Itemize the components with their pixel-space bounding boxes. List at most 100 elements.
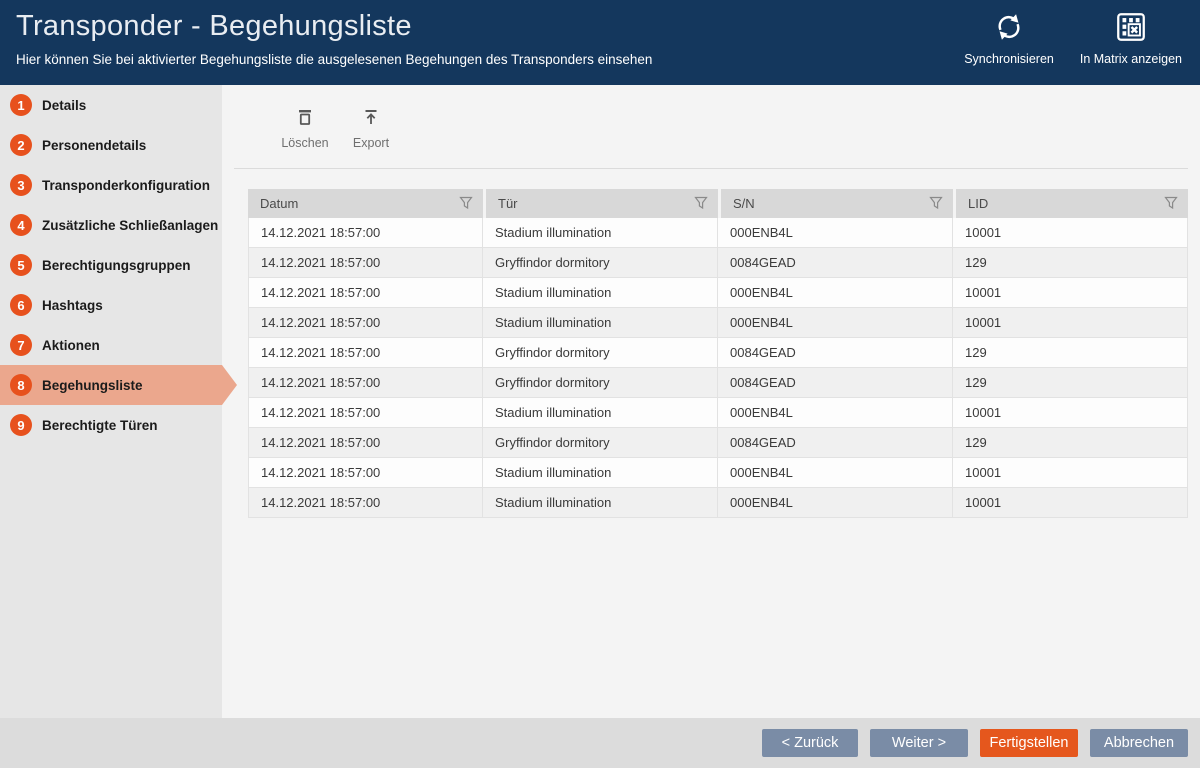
step-number-badge: 6 — [10, 294, 32, 316]
app-window: Transponder - Begehungsliste Hier können… — [0, 0, 1200, 768]
sidebar-item-zus-tzliche-schlie-anlagen[interactable]: 4 Zusätzliche Schließanlagen — [0, 205, 222, 245]
table-cell: Stadium illumination — [483, 218, 718, 248]
show-in-matrix-button[interactable]: In Matrix anzeigen — [1080, 10, 1182, 66]
filter-funnel-icon[interactable] — [694, 196, 708, 213]
export-label: Export — [353, 136, 389, 150]
sidebar-item-begehungsliste[interactable]: 8Begehungsliste — [0, 365, 222, 405]
table-cell: 000ENB4L — [718, 278, 953, 308]
sidebar-item-aktionen[interactable]: 7Aktionen — [0, 325, 222, 365]
toolbar-separator — [234, 168, 1188, 169]
sidebar-item-personendetails[interactable]: 2 Personendetails — [0, 125, 222, 165]
table-cell: 000ENB4L — [718, 398, 953, 428]
sidebar-item-label: Details — [42, 98, 86, 113]
table-cell: 000ENB4L — [718, 308, 953, 338]
table-cell: 14.12.2021 18:57:00 — [248, 398, 483, 428]
table-cell: 14.12.2021 18:57:00 — [248, 428, 483, 458]
sidebar-item-hashtags[interactable]: 6 Hashtags — [0, 285, 222, 325]
table-cell: 14.12.2021 18:57:00 — [248, 218, 483, 248]
sidebar-item-label: Zusätzliche Schließanlagen — [42, 218, 218, 233]
footer-bar: < Zurück Weiter > Fertigstellen Abbreche… — [0, 718, 1200, 768]
sidebar-item-label: Berechtigungsgruppen — [42, 258, 191, 273]
header-bar: Transponder - Begehungsliste Hier können… — [0, 0, 1200, 85]
table-row[interactable]: 14.12.2021 18:57:00Gryffindor dormitory0… — [248, 248, 1188, 278]
sidebar-item-berechtigungsgruppen[interactable]: 5Berechtigungsgruppen — [0, 245, 222, 285]
wizard-step-sidebar: 1Details 2 Personendetails 3 Transponderkonf… — [0, 85, 222, 718]
sidebar-item-berechtigte-t-ren[interactable]: 9Berechtigte Türen — [0, 405, 222, 445]
table-cell: 10001 — [953, 488, 1188, 518]
filter-funnel-icon[interactable] — [929, 196, 943, 213]
matrix-icon — [1114, 10, 1148, 49]
export-button[interactable]: Export — [340, 107, 402, 150]
sidebar-item-label: Transponderkonfiguration — [42, 178, 210, 193]
table-header-row: Datum Tür S/N LID — [248, 189, 1188, 218]
filter-funnel-icon[interactable] — [1164, 196, 1178, 213]
step-number-badge: 2 — [10, 134, 32, 156]
table-cell: 10001 — [953, 308, 1188, 338]
column-header-datum[interactable]: Datum — [248, 189, 483, 218]
column-header-label: S/N — [733, 196, 755, 211]
table-cell: 000ENB4L — [718, 458, 953, 488]
table-cell: Gryffindor dormitory — [483, 428, 718, 458]
column-header-s-n[interactable]: S/N — [718, 189, 953, 218]
show-in-matrix-label: In Matrix anzeigen — [1080, 52, 1182, 66]
table-cell: 0084GEAD — [718, 428, 953, 458]
back-button[interactable]: < Zurück — [762, 729, 858, 757]
table-cell: 14.12.2021 18:57:00 — [248, 278, 483, 308]
table-body: 14.12.2021 18:57:00Stadium illumination0… — [248, 218, 1188, 518]
table-cell: 129 — [953, 368, 1188, 398]
table-cell: 14.12.2021 18:57:00 — [248, 308, 483, 338]
table-cell: 14.12.2021 18:57:00 — [248, 458, 483, 488]
table-row[interactable]: 14.12.2021 18:57:00Stadium illumination0… — [248, 278, 1188, 308]
table-row[interactable]: 14.12.2021 18:57:00Gryffindor dormitory0… — [248, 338, 1188, 368]
delete-label: Löschen — [281, 136, 328, 150]
table-cell: 14.12.2021 18:57:00 — [248, 248, 483, 278]
cancel-button[interactable]: Abbrechen — [1090, 729, 1188, 757]
delete-button[interactable]: Löschen — [274, 107, 336, 150]
table-row[interactable]: 14.12.2021 18:57:00Gryffindor dormitory0… — [248, 368, 1188, 398]
table-cell: 14.12.2021 18:57:00 — [248, 368, 483, 398]
table-cell: 14.12.2021 18:57:00 — [248, 338, 483, 368]
synchronize-label: Synchronisieren — [964, 52, 1054, 66]
main-content: Löschen Export Datum Tür S/N LID 14.12.2021… — [222, 85, 1200, 718]
table-row[interactable]: 14.12.2021 18:57:00Stadium illumination0… — [248, 308, 1188, 338]
table-cell: Gryffindor dormitory — [483, 338, 718, 368]
column-header-label: Datum — [260, 196, 298, 211]
table-cell: 10001 — [953, 458, 1188, 488]
table-cell: 10001 — [953, 278, 1188, 308]
table-cell: 000ENB4L — [718, 218, 953, 248]
sync-icon — [992, 10, 1026, 49]
trash-icon — [295, 107, 315, 132]
column-header-lid[interactable]: LID — [953, 189, 1188, 218]
table-row[interactable]: 14.12.2021 18:57:00Stadium illumination0… — [248, 488, 1188, 518]
table-cell: Stadium illumination — [483, 458, 718, 488]
table-cell: 0084GEAD — [718, 338, 953, 368]
step-number-badge: 7 — [10, 334, 32, 356]
table-cell: Gryffindor dormitory — [483, 368, 718, 398]
page-subtitle: Hier können Sie bei aktivierter Begehung… — [16, 52, 652, 67]
sidebar-item-label: Hashtags — [42, 298, 103, 313]
table-cell: Stadium illumination — [483, 488, 718, 518]
synchronize-button[interactable]: Synchronisieren — [964, 10, 1054, 66]
sidebar-item-details[interactable]: 1Details — [0, 85, 222, 125]
finish-button[interactable]: Fertigstellen — [980, 729, 1078, 757]
column-header-t-r[interactable]: Tür — [483, 189, 718, 218]
table-cell: Stadium illumination — [483, 308, 718, 338]
next-button[interactable]: Weiter > — [870, 729, 968, 757]
export-icon — [361, 107, 381, 132]
step-number-badge: 3 — [10, 174, 32, 196]
sidebar-item-transponderkonfiguration[interactable]: 3 Transponderkonfiguration — [0, 165, 222, 205]
table-row[interactable]: 14.12.2021 18:57:00Stadium illumination0… — [248, 398, 1188, 428]
table-row[interactable]: 14.12.2021 18:57:00Gryffindor dormitory0… — [248, 428, 1188, 458]
table-row[interactable]: 14.12.2021 18:57:00Stadium illumination0… — [248, 458, 1188, 488]
table-row[interactable]: 14.12.2021 18:57:00Stadium illumination0… — [248, 218, 1188, 248]
column-header-label: LID — [968, 196, 988, 211]
access-list-table: DatumTürS/NLID 14.12.2021 18:57:00Stadiu… — [248, 189, 1188, 518]
table-cell: 14.12.2021 18:57:00 — [248, 488, 483, 518]
table-cell: 129 — [953, 428, 1188, 458]
filter-funnel-icon[interactable] — [459, 196, 473, 213]
step-number-badge: 4 — [10, 214, 32, 236]
step-number-badge: 8 — [10, 374, 32, 396]
table-cell: 0084GEAD — [718, 368, 953, 398]
sidebar-item-label: Personendetails — [42, 138, 146, 153]
table-cell: 129 — [953, 248, 1188, 278]
